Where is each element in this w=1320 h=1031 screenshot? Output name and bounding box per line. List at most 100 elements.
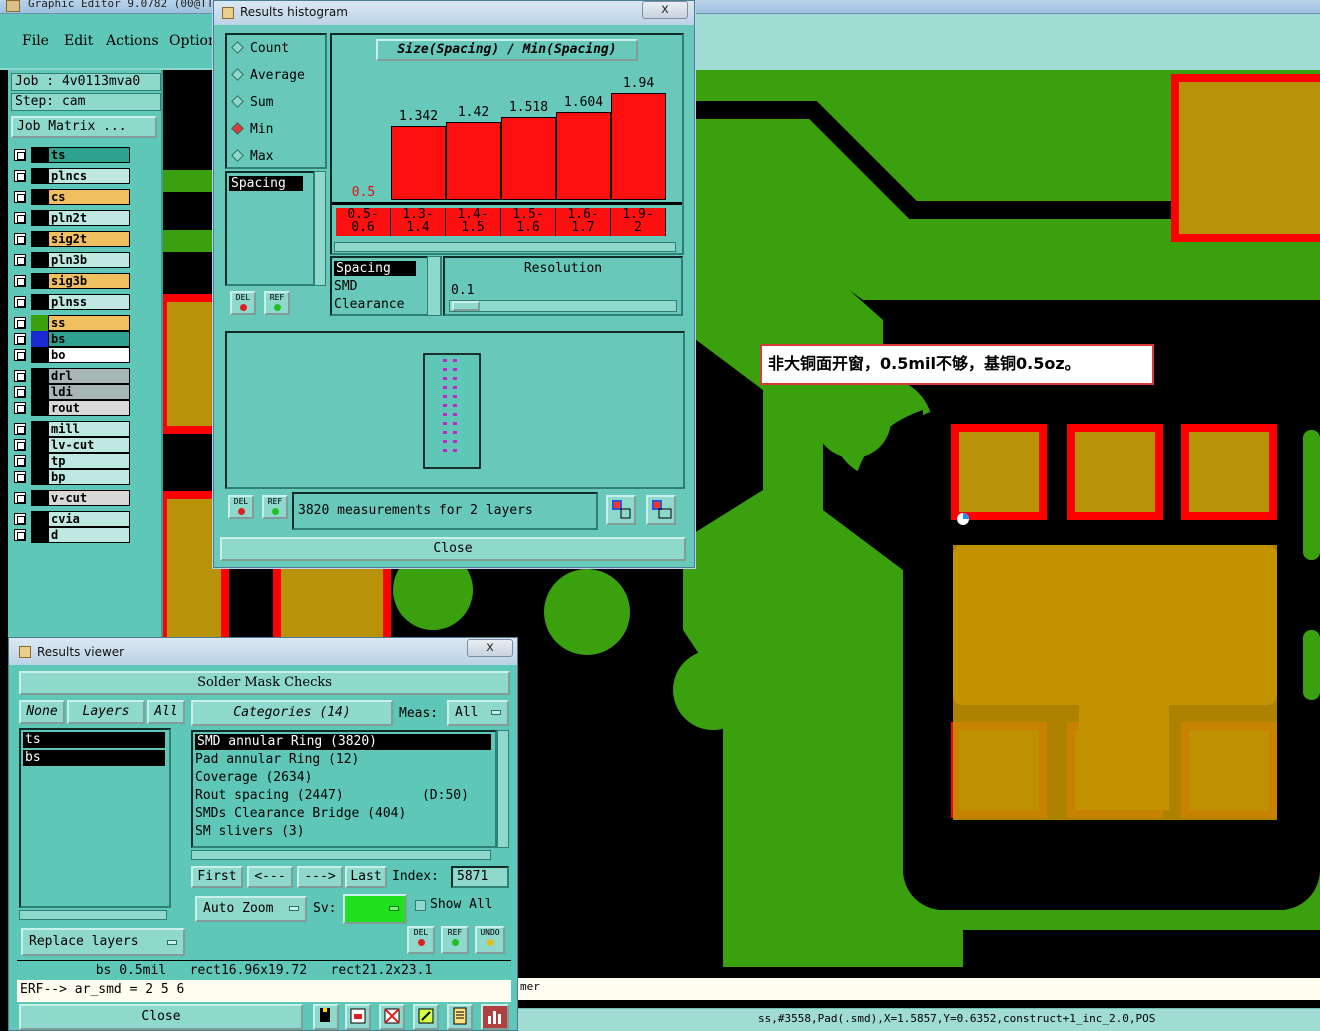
layer-name[interactable]: ss [48,315,130,331]
ref-button[interactable]: REF [264,291,290,315]
layer-row-plnss[interactable]: plnss [12,294,138,310]
layer-checkbox[interactable] [14,233,26,245]
category-item[interactable]: Spacing [334,261,416,276]
auto-zoom-dropdown[interactable]: Auto Zoom [195,896,307,922]
layer-checkbox[interactable] [14,317,26,329]
measure-list-scrollbar[interactable] [314,171,326,286]
category-result-item[interactable]: SMDs Clearance Bridge (404) [195,806,406,821]
first-button[interactable]: First [191,866,243,888]
meas-dropdown[interactable]: All [447,700,509,726]
radio-average[interactable]: Average [231,68,305,83]
layer-checkbox[interactable] [14,191,26,203]
layers-button[interactable]: Layers [67,700,145,724]
job-matrix-button[interactable]: Job Matrix ... [11,116,157,138]
none-button[interactable]: None [19,700,65,724]
layer-row-tp[interactable]: tp [12,453,138,469]
last-button[interactable]: Last [345,866,387,888]
layer-name[interactable]: cs [48,189,130,205]
layer-checkbox[interactable] [14,349,26,361]
measure-list[interactable]: Spacing [225,171,315,286]
compare-icon[interactable] [413,1004,439,1030]
next-button[interactable]: ---> [297,866,343,888]
layer-checkbox[interactable] [14,333,26,345]
histogram-bar[interactable] [501,117,556,200]
layer-row-cs[interactable]: cs [12,189,138,205]
menu-edit[interactable]: Edit [64,33,93,49]
layer-row-ss[interactable]: ss [12,315,138,331]
layer-checkbox[interactable] [14,296,26,308]
layer-checkbox[interactable] [14,513,26,525]
layer-name[interactable]: d [48,527,130,543]
layer-row-ts[interactable]: ts [12,147,138,163]
viewer-close-button[interactable]: Close [19,1004,303,1030]
category-result-item[interactable]: SMD annular Ring (3820) [195,734,491,750]
layer-checkbox[interactable] [14,471,26,483]
histogram-bar[interactable] [556,112,611,200]
sv-color-dropdown[interactable] [343,894,407,924]
layer-name[interactable]: ldi [48,384,130,400]
layer-name[interactable]: bs [48,331,130,347]
show-all-checkbox[interactable] [415,900,426,911]
layer-row-pln2t[interactable]: pln2t [12,210,138,226]
layer-checkbox[interactable] [14,386,26,398]
previous-button[interactable]: <--- [247,866,293,888]
layer-checkbox[interactable] [14,254,26,266]
layer-row-plncs[interactable]: plncs [12,168,138,184]
layer-name[interactable]: plnss [48,294,130,310]
layer-name[interactable]: pln2t [48,210,130,226]
layer-name[interactable]: tp [48,453,130,469]
category-results-list[interactable]: SMD annular Ring (3820) Pad annular Ring … [191,730,497,848]
replace-layers-dropdown[interactable]: Replace layers [21,928,185,956]
layer-row-rout[interactable]: rout [12,400,138,416]
layer-name[interactable]: drl [48,368,130,384]
layer-name[interactable]: ts [48,147,130,163]
layer-row-mill[interactable]: mill [12,421,138,437]
export-icon[interactable] [345,1004,371,1030]
category-result-item[interactable]: Coverage (2634) [195,770,312,785]
histogram-bar[interactable] [391,126,446,200]
layer-name[interactable]: cvia [48,511,130,527]
zoom-to-result-icon[interactable] [606,495,636,525]
radio-max[interactable]: Max [231,149,273,164]
category-result-item[interactable]: SM slivers (3) [195,824,305,839]
viewer-del-button[interactable]: DEL [407,926,435,954]
layer-list-hscrollbar[interactable] [19,910,167,920]
layer-row-d[interactable]: d [12,527,138,543]
result-layer-item[interactable]: bs [23,750,165,766]
layer-checkbox[interactable] [14,423,26,435]
measure-icon[interactable] [313,1004,339,1030]
layer-name[interactable]: rout [48,400,130,416]
category-list-scrollbar[interactable] [427,256,441,316]
layer-checkbox[interactable] [14,149,26,161]
layer-name[interactable]: bp [48,469,130,485]
all-button[interactable]: All [147,700,185,724]
layer-checkbox[interactable] [14,402,26,414]
viewer-ref-button[interactable]: REF [441,926,469,954]
chart-hscrollbar[interactable] [334,242,676,252]
category-item[interactable]: SMD [334,279,357,294]
radio-sum[interactable]: Sum [231,95,273,110]
radio-count[interactable]: Count [231,41,289,56]
menu-file[interactable]: File [22,33,49,49]
layer-checkbox[interactable] [14,439,26,451]
histogram-close-button[interactable]: Close [220,537,686,561]
category-result-item[interactable]: Rout spacing (2447) (D:50) [195,788,469,803]
layer-name[interactable]: lv-cut [48,437,130,453]
layer-name[interactable]: sig3b [48,273,130,289]
categories-button[interactable]: Categories (14) [191,700,393,726]
layer-row-v-cut[interactable]: v-cut [12,490,138,506]
layer-row-bs[interactable]: bs [12,331,138,347]
layer-name[interactable]: v-cut [48,490,130,506]
layer-checkbox[interactable] [14,455,26,467]
viewer-undo-button[interactable]: UNDO [475,926,505,954]
index-input[interactable]: 5871 [451,866,509,888]
category-vscrollbar[interactable] [497,730,509,848]
histogram-close-x-button[interactable]: x [642,1,688,19]
layer-row-pln3b[interactable]: pln3b [12,252,138,268]
layer-row-bp[interactable]: bp [12,469,138,485]
category-result-item[interactable]: Pad annular Ring (12) [195,752,359,767]
resolution-slider[interactable] [449,300,677,312]
layer-row-bo[interactable]: bo [12,347,138,363]
layer-checkbox[interactable] [14,370,26,382]
result-layer-list[interactable]: ts bs [19,728,171,908]
